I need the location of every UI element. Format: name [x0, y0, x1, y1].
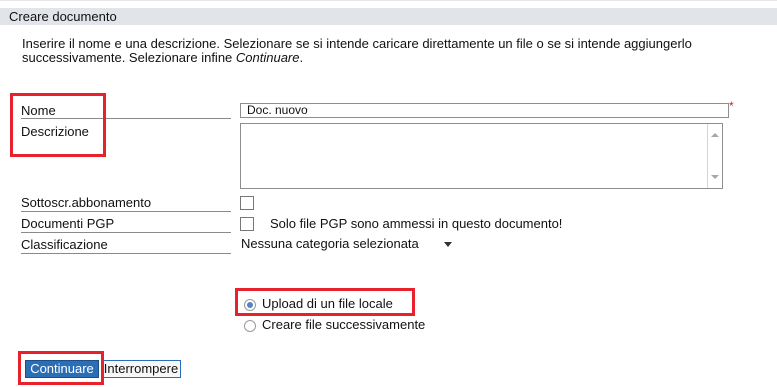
required-marker: *: [729, 99, 734, 113]
subscription-checkbox[interactable]: [240, 196, 254, 210]
scroll-down-arrow-icon[interactable]: [711, 175, 719, 179]
instructions-body: Inserire il nome e una descrizione. Sele…: [22, 36, 692, 65]
chevron-down-icon[interactable]: [444, 242, 452, 247]
subscription-label: Sottoscr.abbonamento: [21, 195, 152, 210]
instructions-text: Inserire il nome e una descrizione. Sele…: [22, 37, 762, 65]
radio-upload-local[interactable]: [244, 299, 256, 311]
name-label-underline: [21, 118, 231, 119]
pgp-label: Documenti PGP: [21, 216, 115, 231]
subscription-label-underline: [21, 211, 231, 212]
page-title: Creare documento: [9, 9, 117, 24]
radio-create-later-label[interactable]: Creare file successivamente: [262, 317, 425, 332]
cancel-button[interactable]: Interrompere: [101, 360, 181, 378]
radio-selected-dot: [247, 302, 253, 308]
instructions-end: .: [299, 50, 304, 65]
description-textarea[interactable]: [240, 123, 723, 189]
pgp-checkbox[interactable]: [240, 217, 254, 231]
name-label: Nome: [21, 103, 56, 118]
top-divider: [0, 0, 777, 1]
instructions-emphasis: Continuare: [235, 50, 300, 65]
continue-button[interactable]: Continuare: [25, 360, 99, 378]
classification-label: Classificazione: [21, 237, 108, 252]
description-label: Descrizione: [21, 124, 89, 139]
classification-select[interactable]: Nessuna categoria selezionata: [240, 236, 456, 252]
classification-label-underline: [21, 253, 231, 254]
description-scrollbar[interactable]: [707, 124, 722, 188]
pgp-label-underline: [21, 232, 231, 233]
scroll-up-arrow-icon[interactable]: [711, 133, 719, 137]
radio-create-later[interactable]: [244, 320, 256, 332]
pgp-note: Solo file PGP sono ammessi in questo doc…: [270, 216, 563, 231]
name-field[interactable]: [240, 103, 729, 118]
classification-value: Nessuna categoria selezionata: [241, 236, 419, 251]
radio-upload-local-label[interactable]: Upload di un file locale: [262, 296, 393, 311]
